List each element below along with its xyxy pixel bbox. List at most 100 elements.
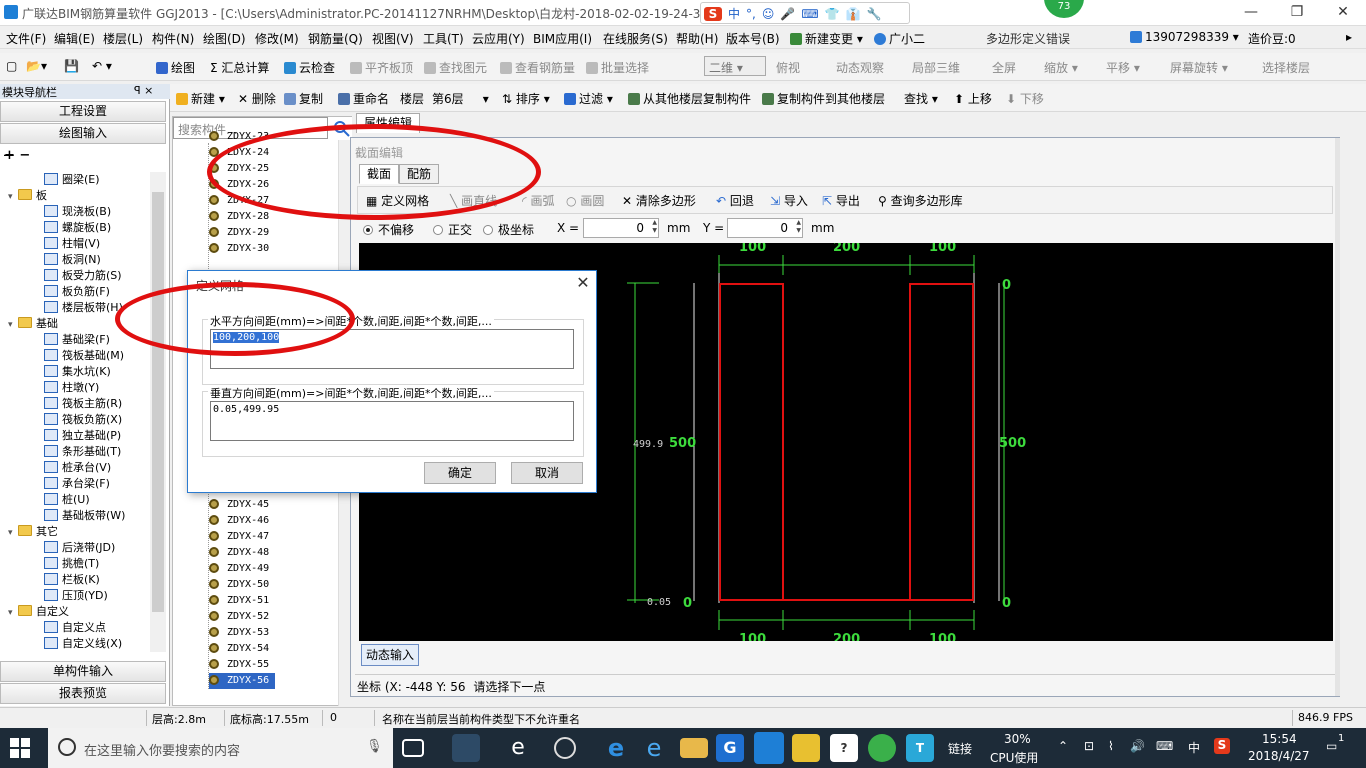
copy-button[interactable]: 复制 bbox=[284, 90, 323, 107]
orbit-button[interactable]: 动态观察 bbox=[836, 59, 884, 76]
expand-toggle-icon[interactable]: ▾ bbox=[8, 189, 18, 205]
tree-item[interactable]: 桩(U) bbox=[44, 492, 90, 508]
cancel-button[interactable]: 取消 bbox=[511, 462, 583, 484]
find-button[interactable]: 查找 ▾ bbox=[904, 90, 938, 107]
x-input[interactable]: 0 bbox=[583, 218, 659, 238]
tree-folder[interactable]: ▾ 自定义 bbox=[8, 604, 69, 620]
clock-time[interactable]: 15:54 bbox=[1262, 732, 1297, 746]
pan-button[interactable]: 平移 ▾ bbox=[1106, 59, 1140, 76]
tree-item[interactable]: 条形基础(T) bbox=[44, 444, 121, 460]
dynamic-input-button[interactable]: 动态输入 bbox=[361, 644, 419, 666]
query-polygon-library-button[interactable]: ⚲ 查询多边形库 bbox=[878, 192, 963, 209]
menu-version[interactable]: 版本号(B) bbox=[726, 30, 780, 47]
fullscreen-button[interactable]: 全屏 bbox=[992, 59, 1016, 76]
tree-item[interactable]: 栏板(K) bbox=[44, 572, 100, 588]
drawing-input-button[interactable]: 绘图输入 bbox=[0, 123, 166, 144]
view-rebar-button[interactable]: 查看钢筋量 bbox=[500, 59, 575, 76]
menu-draw[interactable]: 绘图(D) bbox=[203, 30, 246, 47]
radio-polar[interactable]: 极坐标 bbox=[483, 221, 534, 238]
menu-new-change[interactable]: 新建变更 ▾ bbox=[790, 30, 863, 47]
list-item[interactable]: ZDYX-50 bbox=[209, 577, 275, 593]
menu-bim[interactable]: BIM应用(I) bbox=[533, 30, 592, 47]
menu-guangxiaoer[interactable]: 广小二 bbox=[874, 30, 925, 47]
editor-scrollbar[interactable] bbox=[1335, 138, 1340, 696]
batch-select-button[interactable]: 批量选择 bbox=[586, 59, 649, 76]
draw-circle-button[interactable]: ○ 画圆 bbox=[566, 192, 604, 209]
green-app-icon[interactable] bbox=[868, 734, 896, 762]
radio-orthogonal[interactable]: 正交 bbox=[433, 221, 472, 238]
file-explorer-icon[interactable] bbox=[680, 738, 708, 758]
keyboard-icon[interactable]: ⌨ bbox=[801, 7, 818, 21]
undo-icon[interactable]: ↶ ▾ bbox=[92, 59, 112, 73]
cloud-check-button[interactable]: 云检查 bbox=[284, 59, 335, 76]
menu-tools[interactable]: 工具(T) bbox=[423, 30, 464, 47]
tree-item[interactable]: 桩承台(V) bbox=[44, 460, 111, 476]
flush-slab-top-button[interactable]: 平齐板顶 bbox=[350, 59, 413, 76]
tree-item[interactable]: 后浇带(JD) bbox=[44, 540, 115, 556]
network-icon[interactable]: ⊡ bbox=[1084, 739, 1094, 753]
copy-from-floor-button[interactable]: 从其他楼层复制构件 bbox=[628, 90, 751, 107]
top-view-button[interactable]: 俯视 bbox=[776, 59, 800, 76]
links-label[interactable]: 链接 bbox=[948, 740, 972, 757]
clock-date[interactable]: 2018/4/27 bbox=[1248, 749, 1310, 763]
dialog-close-button[interactable]: ✕ bbox=[572, 273, 594, 295]
tree-item[interactable]: 承台梁(F) bbox=[44, 476, 110, 492]
tree-item[interactable]: 独立基础(P) bbox=[44, 428, 121, 444]
clear-polygon-button[interactable]: ✕ 清除多边形 bbox=[622, 192, 696, 209]
ie2-icon[interactable]: e bbox=[640, 734, 668, 762]
tree-item[interactable]: 基础梁(F) bbox=[44, 332, 110, 348]
tree-item[interactable]: 楼层板带(H) bbox=[44, 300, 123, 316]
tree-item[interactable]: 集水坑(K) bbox=[44, 364, 111, 380]
move-up-button[interactable]: ⬆ 上移 bbox=[954, 90, 992, 107]
list-item[interactable]: ZDYX-54 bbox=[209, 641, 275, 657]
close-button[interactable]: ✕ bbox=[1320, 0, 1366, 26]
project-settings-button[interactable]: 工程设置 bbox=[0, 101, 166, 122]
save-icon[interactable]: 💾 bbox=[64, 59, 79, 73]
list-item[interactable]: ZDYX-46 bbox=[209, 513, 275, 529]
tree-item[interactable]: 柱帽(V) bbox=[44, 236, 100, 252]
list-item[interactable]: ZDYX-55 bbox=[209, 657, 275, 673]
list-item[interactable]: ZDYX-49 bbox=[209, 561, 275, 577]
list-item[interactable]: ZDYX-45 bbox=[209, 497, 275, 513]
sort-button[interactable]: ⇅ 排序 ▾ bbox=[502, 90, 550, 107]
fan-app-icon[interactable] bbox=[452, 734, 480, 762]
ie-icon[interactable]: e bbox=[504, 734, 532, 762]
tree-item[interactable]: 板洞(N) bbox=[44, 252, 101, 268]
ok-button[interactable]: 确定 bbox=[424, 462, 496, 484]
delete-button[interactable]: ✕ 删除 bbox=[238, 90, 276, 107]
restore-button[interactable]: ❐ bbox=[1274, 0, 1320, 26]
price-beans[interactable]: 造价豆:0 bbox=[1248, 30, 1296, 47]
expand-collapse-icon[interactable]: +̶ − bbox=[4, 148, 30, 163]
microphone-icon[interactable]: 🎙 bbox=[366, 739, 383, 754]
notes-app-icon[interactable] bbox=[792, 734, 820, 762]
draw-arc-button[interactable]: ◜ 画弧 bbox=[522, 192, 555, 209]
nav-scrollbar[interactable] bbox=[150, 172, 166, 652]
open-folder-icon[interactable]: 📂▾ bbox=[26, 59, 47, 73]
tree-folder[interactable]: ▾ 其它 bbox=[8, 524, 58, 540]
rename-button[interactable]: 重命名 bbox=[338, 90, 389, 107]
list-item[interactable]: ZDYX-53 bbox=[209, 625, 275, 641]
tree-item[interactable]: 板受力筋(S) bbox=[44, 268, 122, 284]
menu-rebar-qty[interactable]: 钢筋量(Q) bbox=[308, 30, 363, 47]
volume-icon[interactable]: 🔊 bbox=[1130, 739, 1145, 753]
new-button[interactable]: 新建 ▾ bbox=[176, 90, 225, 107]
wrench-icon[interactable]: 🔧 bbox=[867, 7, 882, 21]
zoom-button[interactable]: 缩放 ▾ bbox=[1044, 59, 1078, 76]
task-view-icon[interactable] bbox=[402, 739, 424, 757]
tree-item[interactable]: 基础板带(W) bbox=[44, 508, 125, 524]
tree-item[interactable]: 圈梁(E) bbox=[44, 172, 100, 188]
more-arrow-icon[interactable]: ▸ bbox=[1346, 30, 1352, 44]
list-item[interactable]: ZDYX-29 bbox=[209, 225, 275, 241]
report-preview-button[interactable]: 报表预览 bbox=[0, 683, 166, 704]
tree-folder[interactable]: ▾ 板 bbox=[8, 188, 47, 204]
sogou-tray-icon[interactable]: S bbox=[1214, 738, 1230, 754]
menu-view[interactable]: 视图(V) bbox=[372, 30, 414, 47]
y-input[interactable]: 0 bbox=[727, 218, 803, 238]
list-item[interactable]: ZDYX-51 bbox=[209, 593, 275, 609]
export-button[interactable]: ⇱ 导出 bbox=[822, 192, 860, 209]
skin-icon[interactable]: 👕 bbox=[825, 7, 840, 21]
list-item[interactable]: ZDYX-47 bbox=[209, 529, 275, 545]
expand-toggle-icon[interactable]: ▾ bbox=[8, 317, 18, 333]
keyboard-tray-icon[interactable]: ⌨ bbox=[1156, 739, 1173, 753]
nav-scroll-thumb[interactable] bbox=[152, 192, 164, 612]
